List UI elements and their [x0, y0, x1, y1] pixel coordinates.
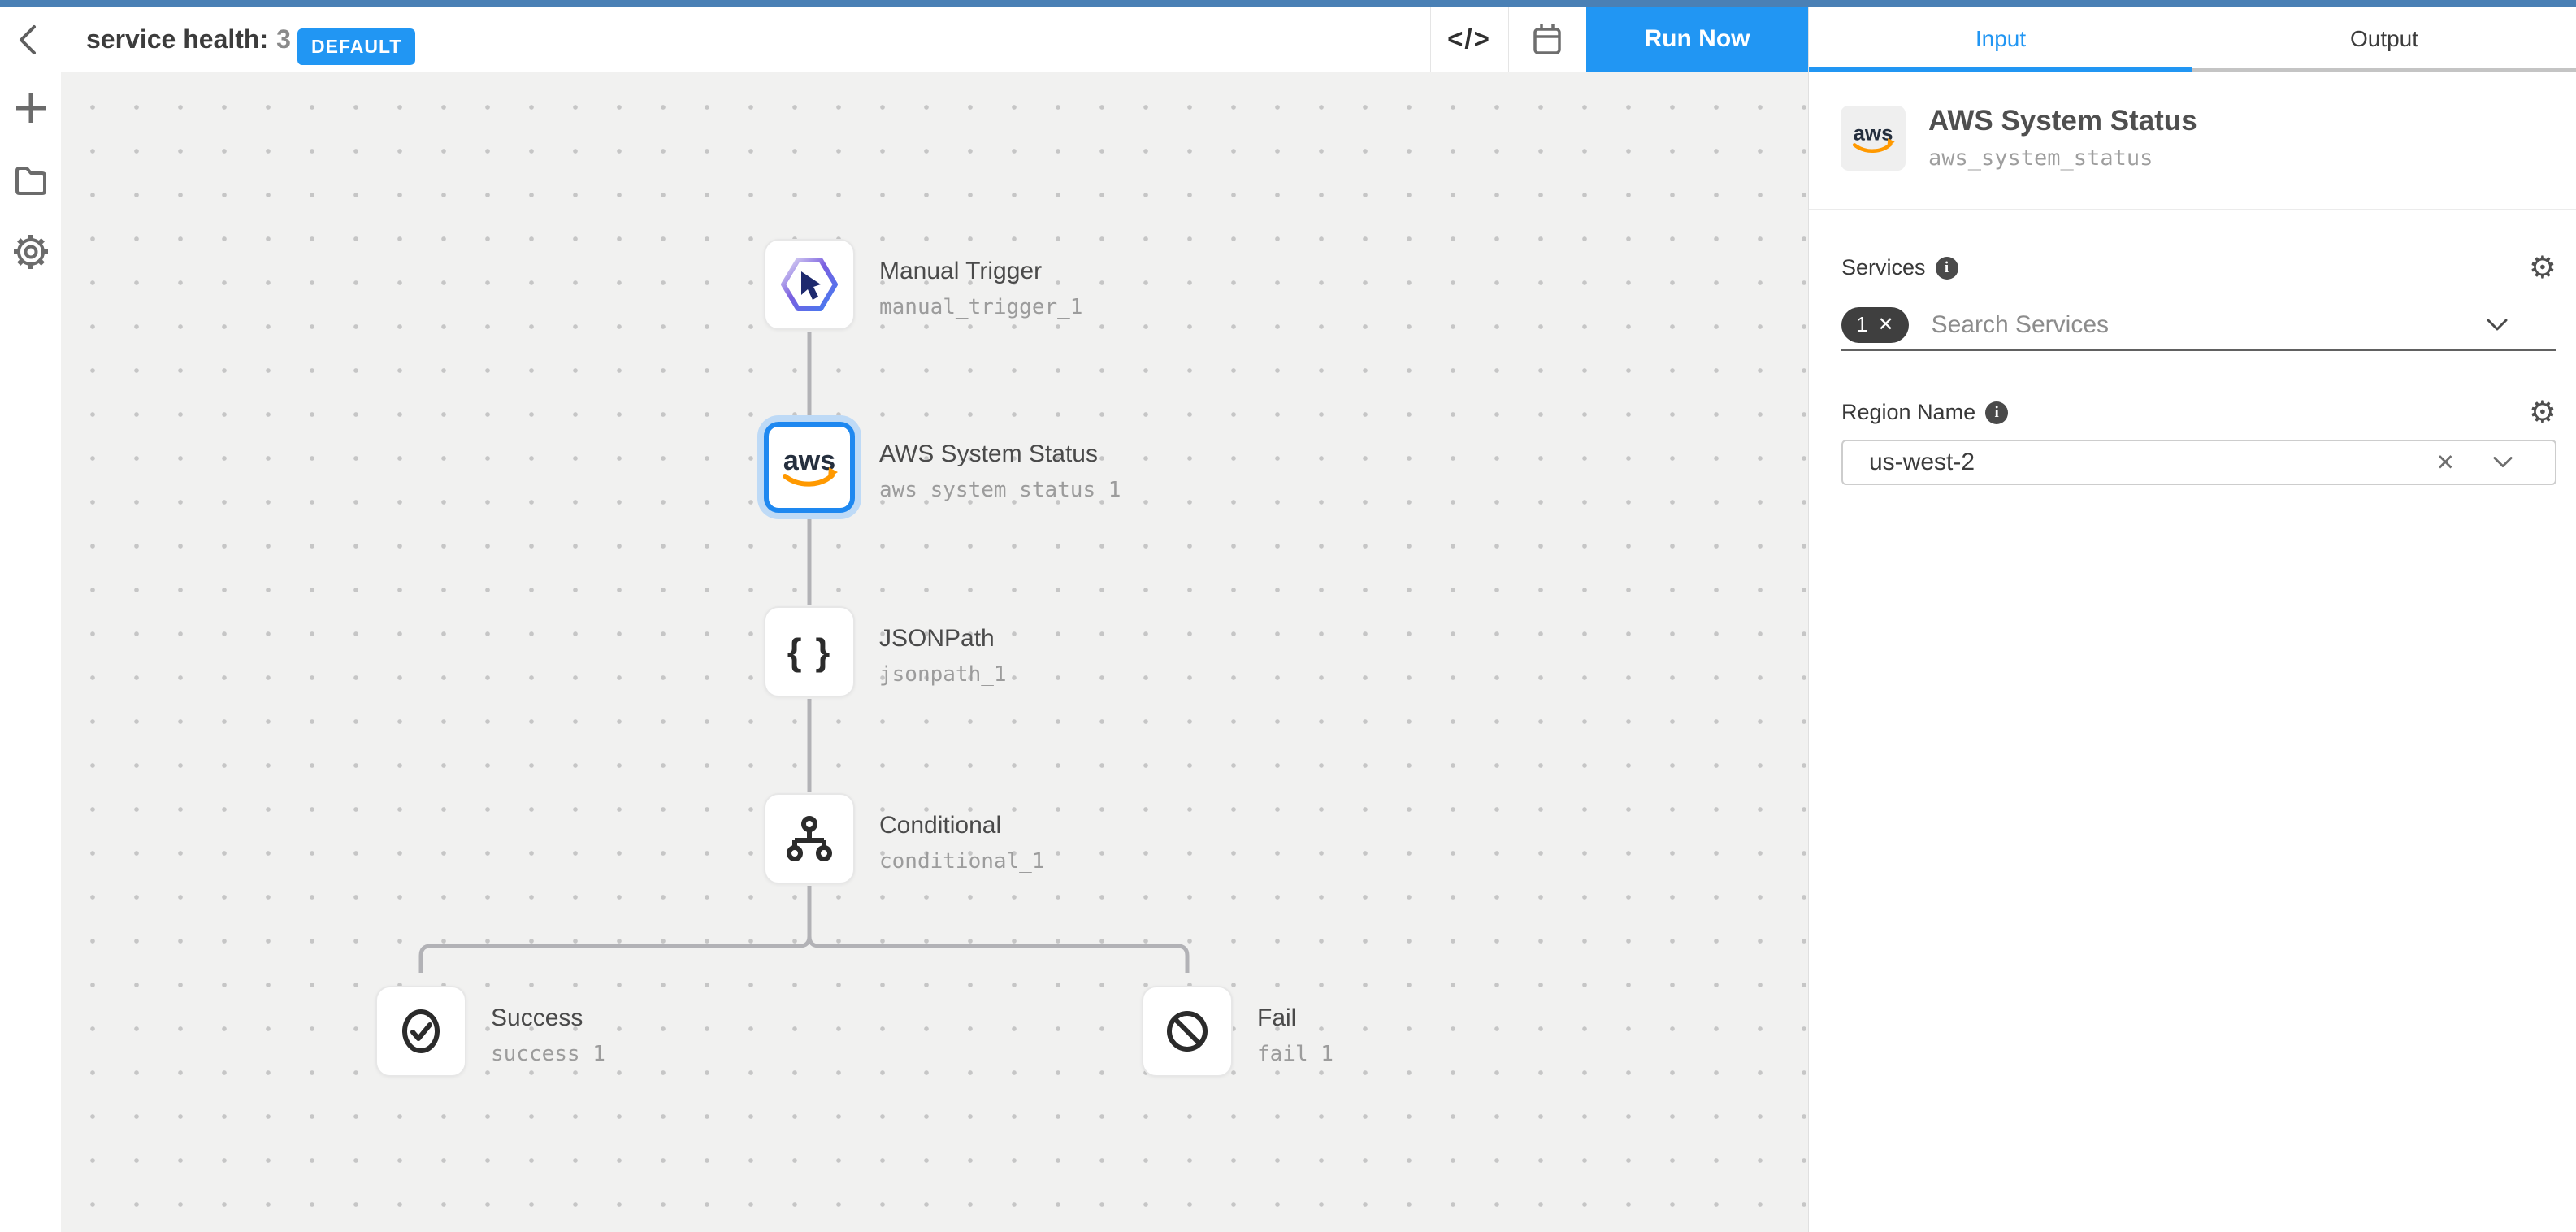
node-fail[interactable]: [1142, 986, 1233, 1077]
workflow-canvas[interactable]: Manual Trigger manual_trigger_1 aws AWS …: [61, 72, 1808, 1232]
services-settings-icon[interactable]: ⚙: [2529, 256, 2556, 280]
folder-icon: [14, 164, 48, 197]
conditional-branch-icon: [783, 813, 835, 865]
workflow-name: service health:: [86, 24, 268, 54]
tab-output[interactable]: Output: [2192, 7, 2576, 72]
node-id: jsonpath_1: [879, 660, 1007, 689]
files-button[interactable]: [14, 164, 48, 201]
tab-underline-inactive: [2192, 68, 2576, 72]
region-chevron-down-icon[interactable]: [2493, 457, 2513, 469]
tab-underline-active: [1809, 67, 2192, 72]
services-label: Services: [1841, 255, 1926, 280]
aws-logo-icon: aws: [1847, 119, 1899, 158]
panel-divider: [1809, 209, 2576, 210]
region-info-icon[interactable]: i: [1985, 401, 2008, 424]
manual-trigger-icon: [779, 258, 839, 311]
panel-node-title: AWS System Status: [1928, 105, 2197, 137]
panel-node-id: aws_system_status: [1928, 145, 2197, 171]
gear-icon: [13, 234, 49, 270]
window-top-strip: [0, 0, 2576, 7]
workflow-run-count: 3: [276, 24, 291, 54]
node-aws-system-status[interactable]: aws: [764, 422, 855, 513]
plus-icon: [13, 90, 49, 126]
config-panel: Input Output aws AWS System Status aws_s…: [1808, 7, 2576, 1232]
node-id: conditional_1: [879, 847, 1045, 876]
back-chevron-icon: [17, 24, 38, 56]
region-label-row: Region Name i ⚙: [1841, 400, 2556, 425]
services-placeholder: Search Services: [1932, 311, 2109, 339]
region-value-input[interactable]: [1843, 449, 2412, 476]
node-manual-trigger[interactable]: [764, 239, 855, 330]
success-check-icon: [395, 1004, 447, 1059]
workflow-app: service health: 3 DEFAULT </> Run Now: [0, 0, 2576, 1232]
services-info-icon[interactable]: i: [1936, 257, 1958, 280]
node-conditional[interactable]: [764, 793, 855, 884]
node-label: Conditional conditional_1: [879, 811, 1045, 876]
node-id: fail_1: [1257, 1039, 1334, 1069]
settings-button[interactable]: [13, 234, 49, 274]
services-chevron-down-icon[interactable]: [2487, 319, 2508, 332]
node-title: Fail: [1257, 1004, 1334, 1033]
panel-tabbar: Input Output: [1809, 7, 2576, 72]
header-bar: service health: 3 DEFAULT </> Run Now: [0, 7, 1808, 72]
aws-logo-chip: aws: [1841, 106, 1906, 171]
svg-text:aws: aws: [1854, 122, 1893, 145]
node-jsonpath[interactable]: { }: [764, 606, 855, 697]
node-label: Manual Trigger manual_trigger_1: [879, 257, 1082, 322]
node-success[interactable]: [375, 986, 466, 1077]
svg-text:aws: aws: [783, 445, 835, 476]
back-button[interactable]: [11, 24, 44, 55]
services-count-chip[interactable]: 1 ✕: [1841, 307, 1909, 343]
jsonpath-braces-icon: { }: [787, 630, 832, 674]
node-id: aws_system_status_1: [879, 475, 1121, 505]
services-select[interactable]: 1 ✕ Search Services: [1841, 301, 2556, 351]
default-badge: DEFAULT: [297, 28, 415, 65]
node-label: AWS System Status aws_system_status_1: [879, 440, 1121, 505]
services-count: 1: [1856, 312, 1867, 337]
workflow-title: service health: 3: [86, 24, 291, 54]
node-title: JSONPath: [879, 624, 1007, 653]
code-view-button[interactable]: </>: [1430, 7, 1508, 72]
region-select[interactable]: ✕: [1841, 440, 2556, 485]
run-now-button[interactable]: Run Now: [1586, 7, 1808, 72]
region-clear-icon[interactable]: ✕: [2436, 449, 2455, 476]
node-title: AWS System Status: [879, 440, 1121, 469]
node-title: Success: [491, 1004, 605, 1033]
node-label: JSONPath jsonpath_1: [879, 624, 1007, 689]
services-label-row: Services i ⚙: [1841, 255, 2556, 280]
code-icon: </>: [1447, 24, 1491, 54]
left-toolbar: [0, 72, 61, 1232]
panel-node-titles: AWS System Status aws_system_status: [1928, 105, 2197, 171]
chip-close-icon[interactable]: ✕: [1877, 313, 1893, 336]
add-node-button[interactable]: [13, 90, 49, 130]
calendar-icon: [1532, 22, 1563, 56]
node-id: success_1: [491, 1039, 605, 1069]
node-title: Conditional: [879, 811, 1045, 840]
region-settings-icon[interactable]: ⚙: [2529, 401, 2556, 425]
region-label: Region Name: [1841, 400, 1975, 425]
node-label: Fail fail_1: [1257, 1004, 1334, 1069]
node-id: manual_trigger_1: [879, 293, 1082, 322]
node-title: Manual Trigger: [879, 257, 1082, 286]
schedule-button[interactable]: [1508, 7, 1586, 72]
fail-block-icon: [1161, 1005, 1213, 1057]
aws-logo-icon: aws: [775, 442, 843, 492]
node-label: Success success_1: [491, 1004, 605, 1069]
tab-input[interactable]: Input: [1809, 7, 2192, 72]
panel-node-header: aws AWS System Status aws_system_status: [1841, 105, 2197, 171]
